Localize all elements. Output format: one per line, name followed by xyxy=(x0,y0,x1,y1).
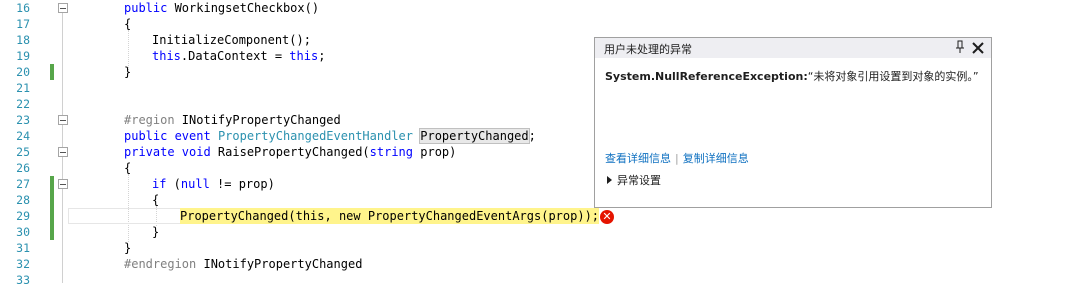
line-number: 16 xyxy=(16,1,30,15)
link-row: 查看详细信息 | 复制详细信息 xyxy=(605,150,749,166)
code-text: if (null != prop) xyxy=(152,177,275,191)
code-text: public WorkingsetCheckbox() xyxy=(124,1,320,15)
change-bar xyxy=(50,176,54,192)
copy-details-link[interactable]: 复制详细信息 xyxy=(683,152,749,165)
collapse-icon[interactable] xyxy=(58,115,68,125)
code-line[interactable]: 30 } xyxy=(0,224,1072,240)
line-number: 26 xyxy=(16,161,30,175)
line-number: 19 xyxy=(16,49,30,63)
code-text: { xyxy=(124,17,132,31)
error-icon[interactable]: ✕ xyxy=(600,210,614,224)
code-text: this.DataContext = this; xyxy=(152,49,326,63)
code-text: } xyxy=(124,241,132,255)
line-number: 22 xyxy=(16,97,30,111)
change-bar xyxy=(50,64,54,80)
exception-type: System.NullReferenceException: xyxy=(605,70,808,83)
line-number: 30 xyxy=(16,225,30,239)
code-text: { xyxy=(124,161,132,175)
change-bar xyxy=(50,208,54,224)
line-number: 20 xyxy=(16,65,30,79)
link-separator: | xyxy=(675,152,679,165)
current-statement: PropertyChanged(this, new PropertyChange… xyxy=(180,208,600,224)
collapse-icon[interactable] xyxy=(58,179,68,189)
exception-message: System.NullReferenceException:“未将对象引用设置到… xyxy=(605,68,980,85)
code-text: } xyxy=(152,225,160,239)
code-line[interactable]: 29 PropertyChanged(this, new PropertyCha… xyxy=(0,208,1072,224)
popup-title: 用户未处理的异常 xyxy=(604,43,692,56)
collapse-icon[interactable] xyxy=(58,3,68,13)
line-number: 33 xyxy=(16,273,30,287)
collapse-icon[interactable] xyxy=(58,147,68,157)
line-number: 24 xyxy=(16,129,30,143)
line-number: 18 xyxy=(16,33,30,47)
exception-text: “未将对象引用设置到对象的实例。” xyxy=(807,70,979,83)
line-number: 31 xyxy=(16,241,30,255)
code-line[interactable]: 32 #endregion INotifyPropertyChanged xyxy=(0,256,1072,272)
change-bar xyxy=(50,192,54,208)
code-text: { xyxy=(152,193,160,207)
line-number: 27 xyxy=(16,177,30,191)
code-line[interactable]: 33 xyxy=(0,272,1072,288)
exception-helper-popup: 用户未处理的异常 System.NullReferenceException:“… xyxy=(594,37,992,208)
exception-settings-label: 异常设置 xyxy=(617,174,661,187)
code-line[interactable]: 16 public WorkingsetCheckbox() xyxy=(0,0,1072,16)
code-text: #endregion INotifyPropertyChanged xyxy=(124,257,363,271)
line-number: 25 xyxy=(16,145,30,159)
code-text: public event PropertyChangedEventHandler… xyxy=(124,128,536,144)
popup-header: 用户未处理的异常 xyxy=(595,38,991,58)
change-bar xyxy=(50,224,54,240)
line-number: 29 xyxy=(16,209,30,223)
exception-settings-toggle[interactable]: 异常设置 xyxy=(607,172,661,188)
code-text: } xyxy=(124,65,132,79)
code-text: private void RaisePropertyChanged(string… xyxy=(124,145,457,159)
line-number: 17 xyxy=(16,17,30,31)
line-number: 21 xyxy=(16,81,30,95)
close-icon[interactable] xyxy=(972,38,984,63)
line-number: 28 xyxy=(16,193,30,207)
code-line[interactable]: 31 } xyxy=(0,240,1072,256)
pin-icon[interactable] xyxy=(955,40,965,57)
view-details-link[interactable]: 查看详细信息 xyxy=(605,152,671,165)
code-line[interactable]: 17 { xyxy=(0,16,1072,32)
line-number: 32 xyxy=(16,257,30,271)
line-number: 23 xyxy=(16,113,30,127)
code-text: #region INotifyPropertyChanged xyxy=(124,113,341,127)
code-text: InitializeComponent(); xyxy=(152,33,311,47)
expand-arrow-icon xyxy=(607,176,612,184)
